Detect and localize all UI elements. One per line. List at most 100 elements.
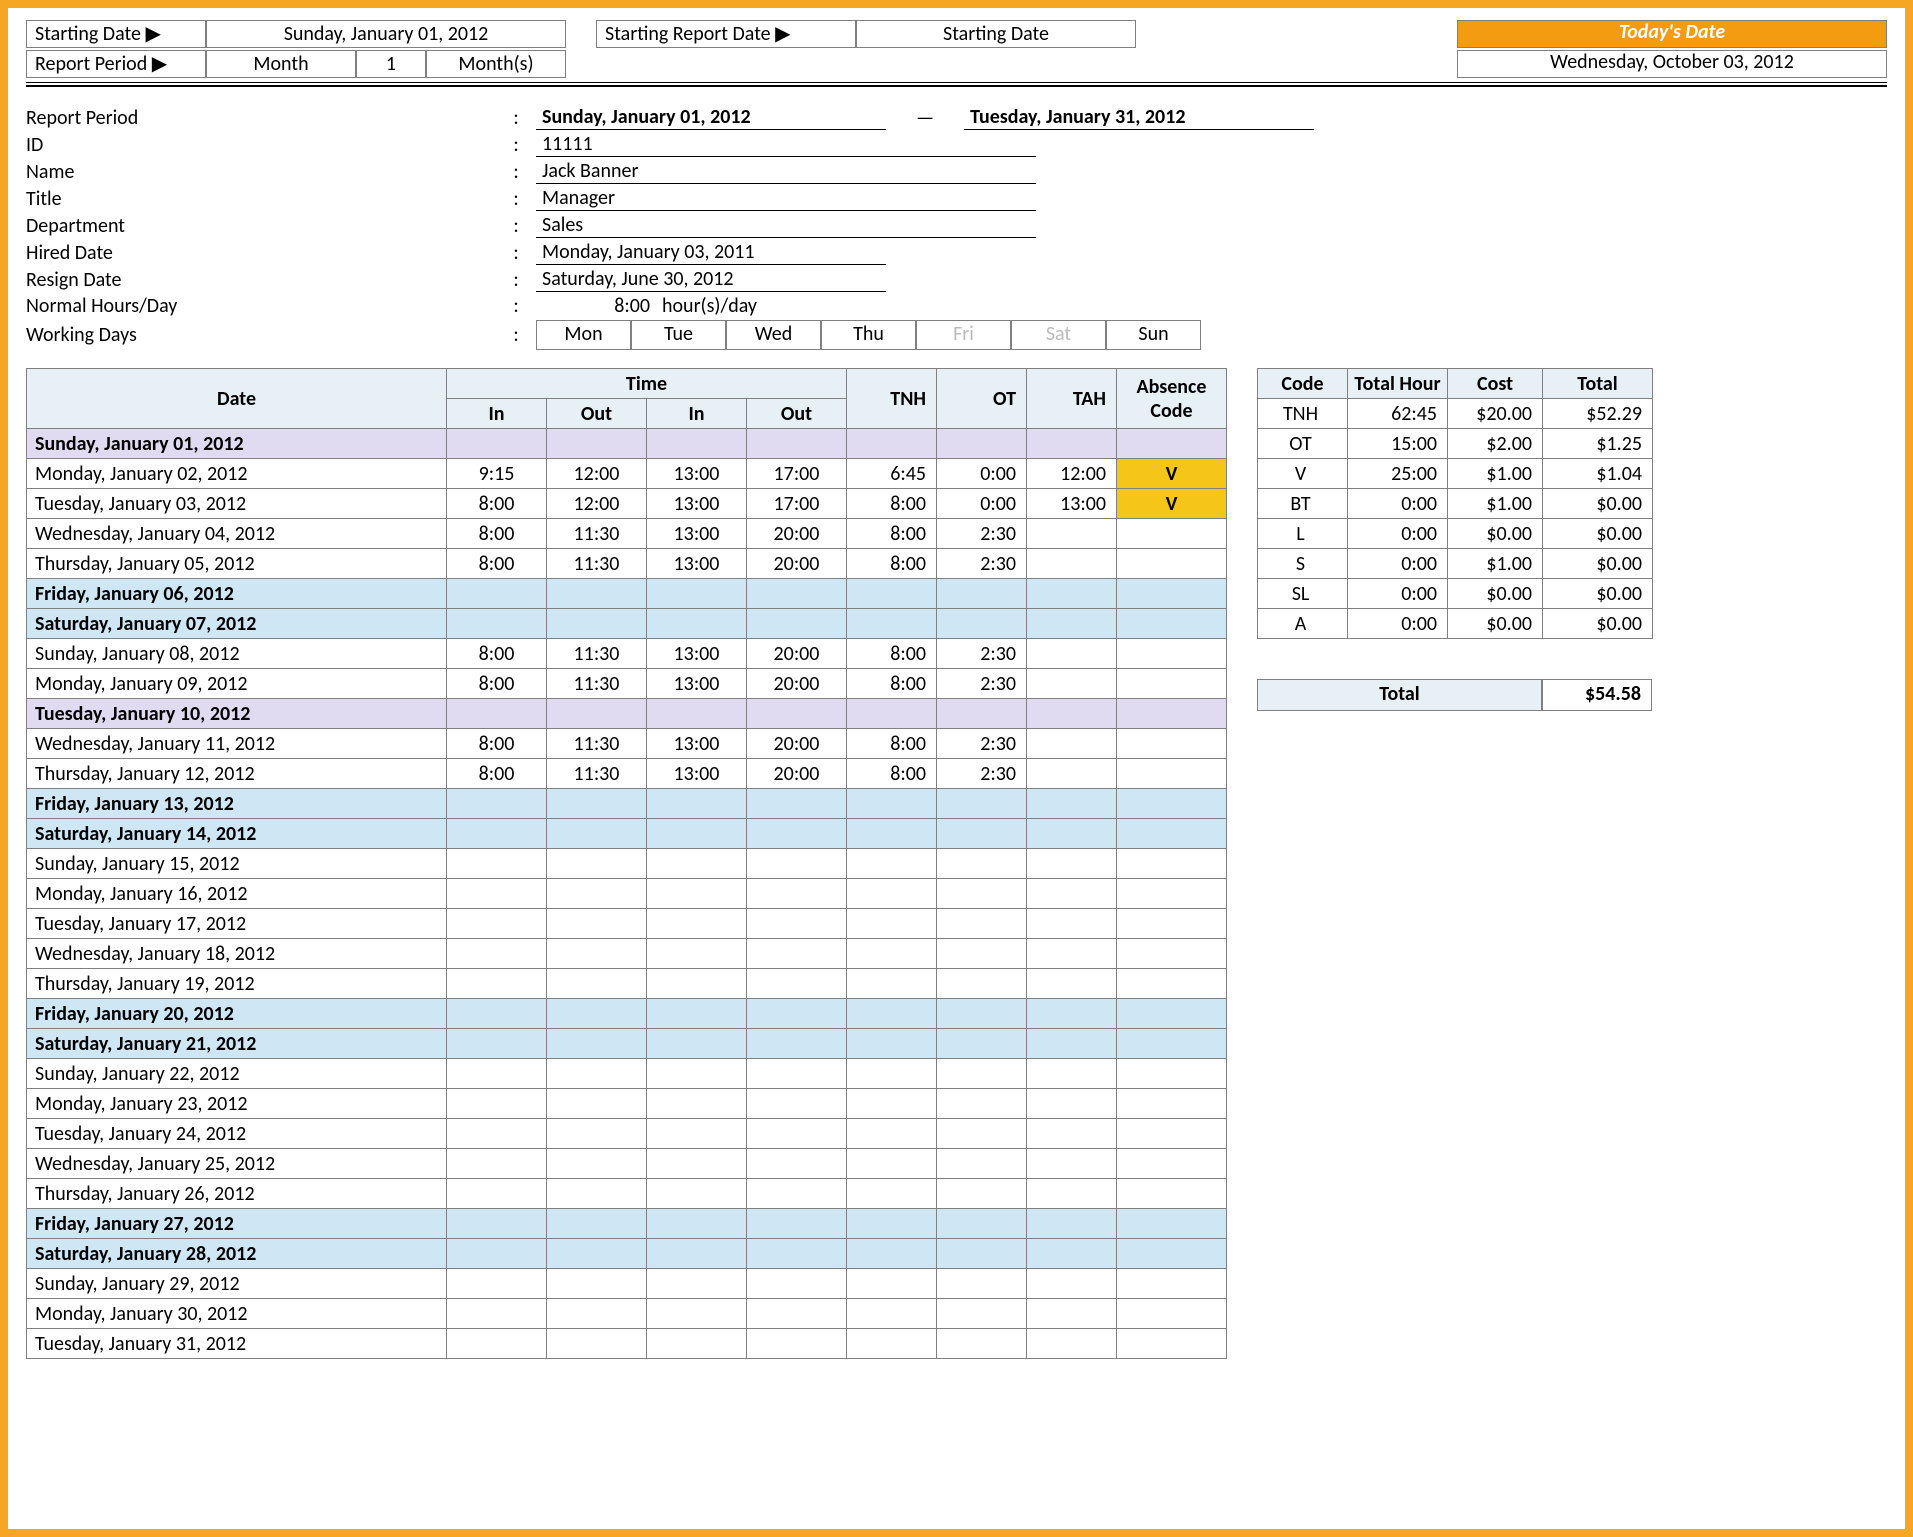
timesheet-cell[interactable] <box>747 1209 847 1239</box>
timesheet-cell[interactable]: 20:00 <box>747 759 847 789</box>
timesheet-cell[interactable] <box>547 969 647 999</box>
timesheet-cell[interactable]: Saturday, January 28, 2012 <box>27 1239 447 1269</box>
timesheet-cell[interactable]: Monday, January 30, 2012 <box>27 1299 447 1329</box>
timesheet-cell[interactable] <box>847 789 937 819</box>
timesheet-cell[interactable] <box>547 1119 647 1149</box>
timesheet-cell[interactable]: 8:00 <box>847 669 937 699</box>
timesheet-cell[interactable] <box>1117 1149 1227 1179</box>
timesheet-cell[interactable] <box>1117 819 1227 849</box>
timesheet-cell[interactable] <box>1117 549 1227 579</box>
timesheet-cell[interactable] <box>847 879 937 909</box>
timesheet-cell[interactable] <box>447 699 547 729</box>
timesheet-cell[interactable] <box>937 1059 1027 1089</box>
timesheet-cell[interactable] <box>647 909 747 939</box>
timesheet-cell[interactable] <box>447 1269 547 1299</box>
timesheet-cell[interactable] <box>937 939 1027 969</box>
timesheet-cell[interactable] <box>1027 699 1117 729</box>
timesheet-cell[interactable] <box>647 429 747 459</box>
timesheet-cell[interactable] <box>547 1329 647 1359</box>
timesheet-cell[interactable]: Tuesday, January 03, 2012 <box>27 489 447 519</box>
timesheet-cell[interactable] <box>937 1089 1027 1119</box>
timesheet-cell[interactable] <box>647 1239 747 1269</box>
timesheet-cell[interactable] <box>747 699 847 729</box>
timesheet-cell[interactable] <box>937 849 1027 879</box>
timesheet-cell[interactable] <box>1117 909 1227 939</box>
timesheet-cell[interactable]: 8:00 <box>847 759 937 789</box>
timesheet-cell[interactable] <box>1027 879 1117 909</box>
timesheet-cell[interactable] <box>647 789 747 819</box>
timesheet-cell[interactable]: 17:00 <box>747 459 847 489</box>
timesheet-cell[interactable]: Tuesday, January 10, 2012 <box>27 699 447 729</box>
timesheet-cell[interactable] <box>447 1089 547 1119</box>
timesheet-cell[interactable] <box>447 1149 547 1179</box>
timesheet-cell[interactable]: Monday, January 02, 2012 <box>27 459 447 489</box>
timesheet-cell[interactable]: 8:00 <box>847 549 937 579</box>
timesheet-cell[interactable] <box>1117 879 1227 909</box>
timesheet-cell[interactable] <box>1117 849 1227 879</box>
timesheet-cell[interactable] <box>1117 519 1227 549</box>
timesheet-cell[interactable] <box>847 579 937 609</box>
timesheet-cell[interactable] <box>937 609 1027 639</box>
timesheet-cell[interactable] <box>1027 789 1117 819</box>
timesheet-cell[interactable]: 11:30 <box>547 669 647 699</box>
timesheet-cell[interactable]: 2:30 <box>937 729 1027 759</box>
timesheet-cell[interactable] <box>937 1269 1027 1299</box>
timesheet-cell[interactable]: Friday, January 20, 2012 <box>27 999 447 1029</box>
timesheet-cell[interactable] <box>937 999 1027 1029</box>
timesheet-cell[interactable]: Saturday, January 21, 2012 <box>27 1029 447 1059</box>
timesheet-cell[interactable]: 13:00 <box>647 549 747 579</box>
timesheet-cell[interactable]: Thursday, January 12, 2012 <box>27 759 447 789</box>
timesheet-cell[interactable] <box>847 1209 937 1239</box>
timesheet-cell[interactable]: 11:30 <box>547 549 647 579</box>
timesheet-cell[interactable] <box>937 909 1027 939</box>
timesheet-cell[interactable]: Tuesday, January 17, 2012 <box>27 909 447 939</box>
timesheet-cell[interactable] <box>1027 1299 1117 1329</box>
timesheet-cell[interactable] <box>937 429 1027 459</box>
timesheet-cell[interactable] <box>747 1269 847 1299</box>
timesheet-cell[interactable] <box>1027 759 1117 789</box>
timesheet-cell[interactable] <box>547 999 647 1029</box>
timesheet-cell[interactable] <box>647 579 747 609</box>
timesheet-cell[interactable] <box>747 849 847 879</box>
timesheet-cell[interactable] <box>1117 939 1227 969</box>
timesheet-cell[interactable] <box>1117 999 1227 1029</box>
timesheet-cell[interactable] <box>1117 1269 1227 1299</box>
timesheet-cell[interactable]: 8:00 <box>847 729 937 759</box>
timesheet-cell[interactable]: Monday, January 09, 2012 <box>27 669 447 699</box>
timesheet-cell[interactable] <box>447 1209 547 1239</box>
timesheet-cell[interactable] <box>447 609 547 639</box>
timesheet-cell[interactable]: 2:30 <box>937 639 1027 669</box>
timesheet-cell[interactable] <box>747 1329 847 1359</box>
timesheet-cell[interactable] <box>547 1299 647 1329</box>
timesheet-cell[interactable] <box>447 999 547 1029</box>
timesheet-cell[interactable]: 8:00 <box>447 639 547 669</box>
timesheet-cell[interactable] <box>1117 1209 1227 1239</box>
timesheet-cell[interactable] <box>747 1059 847 1089</box>
timesheet-cell[interactable] <box>1117 669 1227 699</box>
timesheet-cell[interactable] <box>847 999 937 1029</box>
timesheet-cell[interactable] <box>937 969 1027 999</box>
report-period-unit[interactable]: Month <box>206 50 356 78</box>
timesheet-cell[interactable]: 8:00 <box>447 519 547 549</box>
timesheet-cell[interactable] <box>847 1119 937 1149</box>
timesheet-cell[interactable] <box>547 879 647 909</box>
timesheet-cell[interactable] <box>747 789 847 819</box>
timesheet-cell[interactable] <box>937 579 1027 609</box>
timesheet-cell[interactable] <box>1027 1089 1117 1119</box>
timesheet-cell[interactable] <box>547 1179 647 1209</box>
timesheet-cell[interactable]: 11:30 <box>547 639 647 669</box>
timesheet-cell[interactable] <box>1027 579 1117 609</box>
timesheet-cell[interactable] <box>1027 819 1117 849</box>
timesheet-cell[interactable] <box>647 1059 747 1089</box>
timesheet-cell[interactable] <box>547 1089 647 1119</box>
timesheet-cell[interactable] <box>547 579 647 609</box>
timesheet-cell[interactable] <box>447 939 547 969</box>
timesheet-cell[interactable] <box>647 1179 747 1209</box>
timesheet-cell[interactable] <box>447 1239 547 1269</box>
timesheet-cell[interactable]: 8:00 <box>847 639 937 669</box>
timesheet-cell[interactable] <box>847 819 937 849</box>
timesheet-cell[interactable] <box>1027 1119 1117 1149</box>
timesheet-cell[interactable] <box>547 819 647 849</box>
timesheet-cell[interactable] <box>937 1299 1027 1329</box>
timesheet-cell[interactable] <box>647 969 747 999</box>
